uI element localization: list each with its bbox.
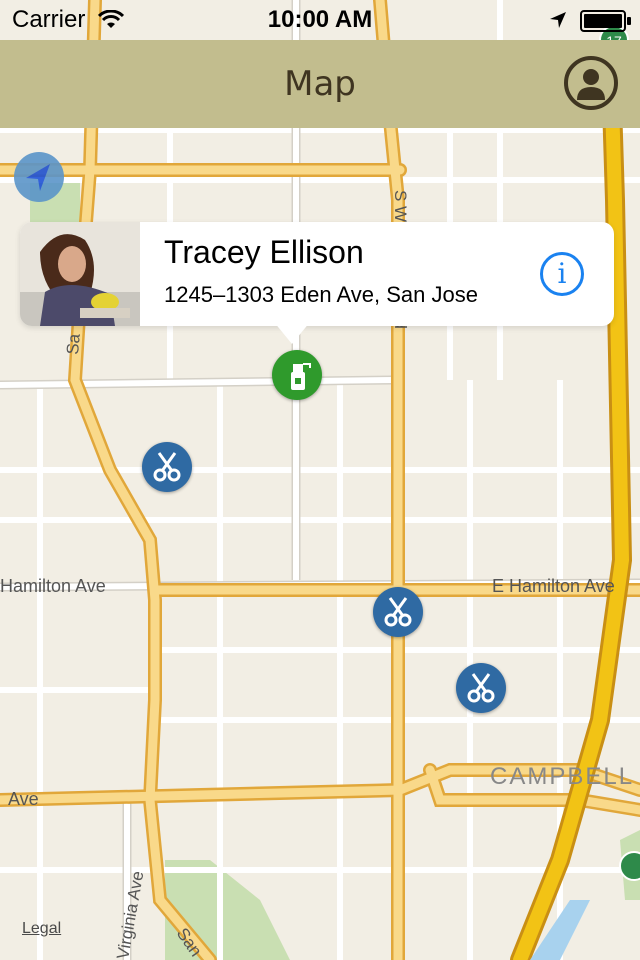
info-button[interactable]: i: [540, 252, 584, 296]
battery-icon: [580, 10, 631, 32]
map-label-ave-left: Ave: [8, 789, 39, 809]
map-view[interactable]: 17 Hamilton Ave E Hamilton Ave CAMPBELL …: [0, 0, 640, 960]
callout-name: Tracey Ellison: [164, 234, 364, 270]
scissors-icon: [467, 673, 495, 703]
provider-photo: [20, 222, 140, 326]
map-label-campbell: CAMPBELL: [490, 763, 634, 790]
map-pin-salon-1[interactable]: [142, 442, 192, 492]
scissors-icon: [153, 452, 181, 482]
map-label-san-upper: Sa: [63, 332, 84, 355]
location-callout[interactable]: Tracey Ellison 1245–1303 Eden Ave, San J…: [20, 222, 614, 326]
page-title: Map: [284, 64, 356, 104]
map-pin-cleaning[interactable]: [272, 350, 322, 400]
legal-link[interactable]: Legal: [22, 920, 61, 938]
locate-me-button[interactable]: [14, 152, 64, 202]
callout-pointer: [274, 322, 310, 344]
profile-button[interactable]: [564, 56, 618, 110]
map-label-hamilton-west: Hamilton Ave: [0, 576, 106, 596]
user-profile-icon: [577, 69, 605, 100]
location-arrow-icon: [550, 12, 566, 28]
navigation-bar: Map: [0, 40, 640, 128]
scissors-icon: [384, 597, 412, 627]
status-time: 10:00 AM: [267, 6, 373, 33]
map-pin-salon-3[interactable]: [456, 663, 506, 713]
map-label-hamilton-east: E Hamilton Ave: [492, 576, 615, 596]
navigation-arrow-icon: [26, 164, 50, 191]
status-bar: Carrier 10:00 AM: [0, 0, 640, 40]
callout-address: 1245–1303 Eden Ave, San Jose: [164, 282, 478, 307]
map-pin-salon-2[interactable]: [373, 587, 423, 637]
spray-bottle-icon: [291, 363, 311, 390]
